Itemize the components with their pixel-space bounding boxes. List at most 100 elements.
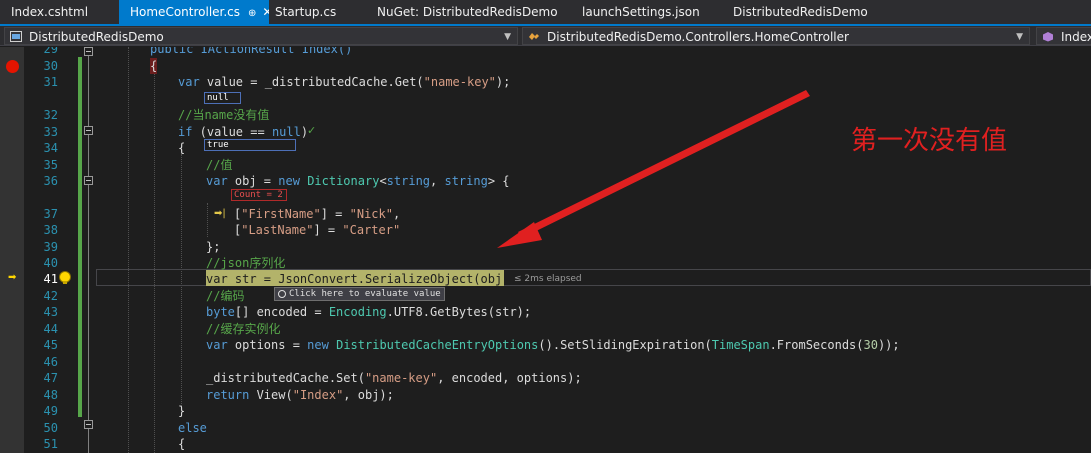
code-text: var str = JsonConvert.SerializeObject(ob… (206, 272, 517, 286)
code-token: (value == (192, 124, 272, 139)
navigation-bar: DistributedRedisDemo ▼ DistributedRedisD… (0, 26, 1091, 46)
code-token: ().SetSlidingExpiration( (538, 338, 712, 352)
tab-index-cshtml[interactable]: Index.cshtml (0, 0, 118, 24)
code-comment: //当name没有值 (178, 108, 270, 122)
checkmark-icon: ✓ (307, 124, 317, 137)
code-token: var (178, 75, 200, 89)
code-token: > { (487, 174, 510, 188)
line-number: 33 (43, 124, 58, 139)
line-number: 29 (43, 47, 58, 56)
evaluate-value-prompt[interactable]: Click here to evaluate value (274, 287, 445, 301)
code-token: )); (877, 338, 900, 352)
pin-icon[interactable]: ⊕ (248, 8, 256, 19)
datatip-count[interactable]: Count = 2 (231, 189, 287, 201)
line-number: 32 (43, 108, 58, 122)
code-text: if (value == null) (178, 124, 308, 141)
code-text: { (150, 57, 158, 74)
code-line-40: 40 //json序列化 (0, 255, 1091, 272)
code-line-44: 44 //缓存实例化 (0, 321, 1091, 338)
datatip-condition[interactable]: true (204, 139, 296, 151)
step-into-icon[interactable]: ➡| (214, 206, 226, 223)
code-token: value = _distributedCache.Get( (199, 75, 424, 89)
tab-distributedredisdemo[interactable]: DistributedRedisDemo (722, 0, 882, 24)
code-editor[interactable]: ➡ 29 public IActionResult Index() 30 { 3… (0, 47, 1091, 453)
line-number: 44 (43, 321, 58, 336)
member-name: Index( (1061, 30, 1091, 44)
line-number: 48 (43, 387, 58, 402)
line-number: 41 (43, 272, 58, 286)
code-text: return View("Index", obj); (206, 387, 394, 404)
type-dropdown[interactable]: DistributedRedisDemo.Controllers.HomeCon… (522, 27, 1030, 45)
code-token: null (271, 124, 301, 139)
code-token: var (206, 174, 228, 188)
line-number: 45 (43, 338, 58, 352)
code-text: ["LastName"] = "Carter" (234, 222, 400, 239)
code-token: Dictionary (307, 174, 380, 188)
project-name: DistributedRedisDemo (29, 30, 164, 44)
line-number: 30 (43, 58, 58, 73)
code-text: var value = _distributedCache.Get("name-… (178, 74, 510, 91)
tab-label: launchSettings.json (582, 5, 700, 19)
code-comment: //值 (206, 157, 233, 172)
tab-label: DistributedRedisDemo (733, 5, 868, 19)
code-token: _distributedCache.Set( (206, 371, 365, 385)
line-number: 51 (43, 437, 58, 451)
code-line-42: 42 //编码 (0, 288, 1091, 305)
code-token: , (392, 206, 401, 221)
tab-startup-cs[interactable]: Startup.cs (264, 0, 370, 24)
annotation-text: 第一次没有值 (851, 126, 1008, 156)
line-number: 50 (43, 420, 58, 435)
line-number: 38 (43, 223, 58, 237)
csharp-file-icon (10, 31, 22, 42)
line-number: 47 (43, 371, 58, 385)
code-line-35: 35 //值 (0, 157, 1091, 174)
code-token: , encoded, options); (437, 371, 582, 385)
code-comment: //编码 (206, 288, 245, 303)
line-number: 35 (43, 157, 58, 172)
code-token: options = (227, 338, 308, 352)
code-token: return (206, 387, 250, 402)
code-text: else (178, 420, 207, 435)
code-text: ["FirstName"] = "Nick", (234, 206, 400, 223)
code-line-30: 30 { (0, 57, 1091, 74)
code-line-29: 29 public IActionResult Index() (0, 47, 1091, 58)
code-line-48: 48 return View("Index", obj); (0, 387, 1091, 404)
code-token: new (307, 338, 329, 352)
code-token: < (379, 174, 387, 188)
tab-label: Index.cshtml (11, 5, 89, 19)
code-line-50: 50 else (0, 420, 1091, 437)
elapsed-time-hint: ≤ 2ms elapsed (514, 274, 582, 284)
code-token: ); (495, 75, 511, 89)
code-token: "Nick" (349, 206, 393, 221)
class-icon (529, 33, 539, 40)
tab-homecontroller-cs[interactable]: HomeController.cs ⊕ ✕ (119, 0, 269, 24)
line-number: 40 (43, 256, 58, 270)
code-line-45: 45 var options = new DistributedCacheEnt… (0, 337, 1091, 354)
datatip-value[interactable]: null (204, 92, 241, 104)
code-token: obj = (227, 174, 279, 188)
line-number: 34 (43, 141, 58, 155)
code-text: var obj = new Dictionary<string, string>… (206, 173, 510, 190)
code-token: "Index" (292, 387, 344, 402)
line-number: 39 (43, 239, 58, 254)
code-text: } (178, 404, 186, 418)
project-dropdown[interactable]: DistributedRedisDemo ▼ (4, 27, 518, 45)
tab-launchsettings-json[interactable]: launchSettings.json (571, 0, 719, 24)
code-token: "name-key" (364, 371, 438, 385)
code-line-49: 49 } (0, 403, 1091, 420)
code-token: string (444, 174, 488, 188)
type-name: DistributedRedisDemo.Controllers.HomeCon… (547, 30, 849, 44)
code-token: Encoding (328, 305, 387, 319)
code-token: .FromSeconds( (769, 338, 864, 352)
code-token: , obj); (343, 387, 394, 402)
code-comment: //缓存实例化 (206, 321, 281, 336)
line-number: 31 (43, 75, 58, 89)
code-text: public IActionResult Index() (150, 47, 353, 56)
code-token: 30 (863, 338, 878, 352)
code-line-39: 39 }; (0, 239, 1091, 256)
code-line-43: 43 byte[] encoded = Encoding.UTF8.GetByt… (0, 304, 1091, 321)
member-dropdown[interactable]: Index( (1036, 27, 1091, 45)
tab-nuget-distributedredisdemo[interactable]: NuGet: DistributedRedisDemo (366, 0, 564, 24)
chevron-down-icon: ▼ (504, 32, 511, 42)
code-text: var options = new DistributedCacheEntryO… (206, 337, 900, 354)
